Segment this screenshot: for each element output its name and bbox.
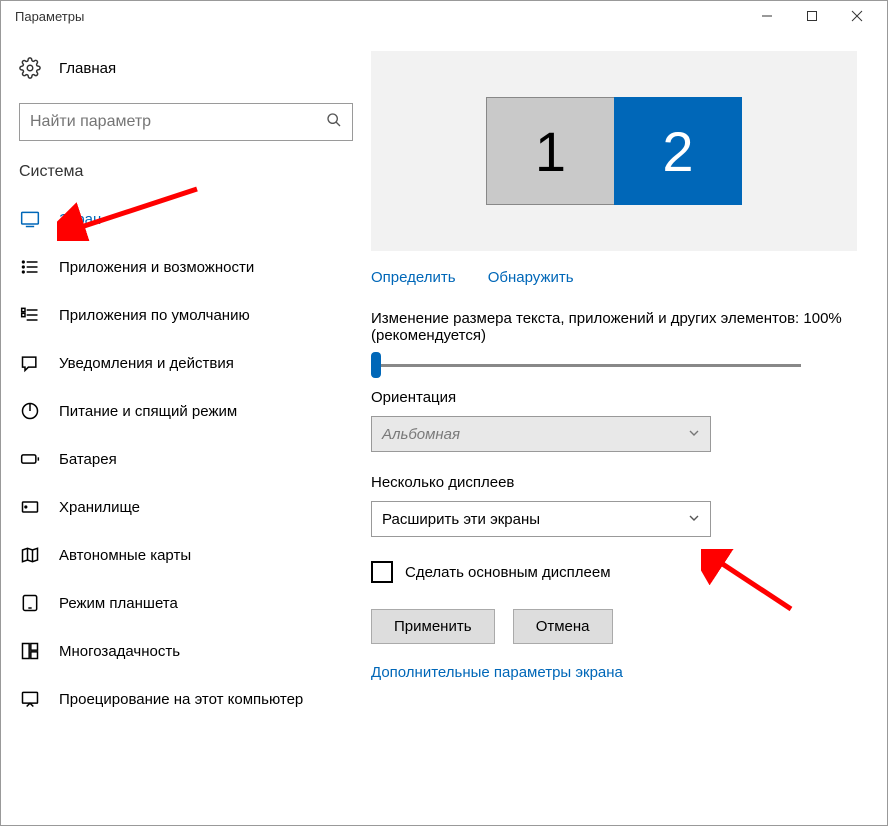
monitor-2[interactable]: 2 xyxy=(614,97,742,205)
multiple-displays-value: Расширить эти экраны xyxy=(382,511,540,528)
nav-label: Питание и спящий режим xyxy=(59,403,237,420)
nav-label: Многозадачность xyxy=(59,643,180,660)
gear-icon xyxy=(19,57,41,79)
sidebar-item-projecting[interactable]: Проецирование на этот компьютер xyxy=(1,675,371,723)
tablet-icon xyxy=(19,592,41,614)
project-icon xyxy=(19,688,41,710)
sidebar-item-multitasking[interactable]: Многозадачность xyxy=(1,627,371,675)
apply-button[interactable]: Применить xyxy=(371,609,495,644)
make-main-checkbox-row[interactable]: Сделать основным дисплеем xyxy=(371,561,857,583)
sidebar-item-offline-maps[interactable]: Автономные карты xyxy=(1,531,371,579)
list-alt-icon xyxy=(19,304,41,326)
multiple-displays-label: Несколько дисплеев xyxy=(371,474,857,491)
nav-label: Уведомления и действия xyxy=(59,355,234,372)
search-icon xyxy=(326,112,342,132)
multitask-icon xyxy=(19,640,41,662)
monitor-icon xyxy=(19,208,41,230)
sidebar-home[interactable]: Главная xyxy=(1,51,371,85)
close-button[interactable] xyxy=(834,1,879,31)
multiple-displays-dropdown[interactable]: Расширить эти экраны xyxy=(371,501,711,537)
window-title: Параметры xyxy=(15,9,744,24)
titlebar: Параметры xyxy=(1,1,887,31)
section-label: Система xyxy=(1,163,371,195)
sidebar-item-storage[interactable]: Хранилище xyxy=(1,483,371,531)
checkbox-icon[interactable] xyxy=(371,561,393,583)
orientation-label: Ориентация xyxy=(371,389,857,406)
nav-label: Приложения по умолчанию xyxy=(59,307,250,324)
notification-icon xyxy=(19,352,41,374)
minimize-button[interactable] xyxy=(744,1,789,31)
nav-label: Экран xyxy=(59,211,101,228)
search-input[interactable] xyxy=(30,113,326,131)
display-preview[interactable]: 1 2 xyxy=(371,51,857,251)
detect-link[interactable]: Обнаружить xyxy=(488,269,574,286)
map-icon xyxy=(19,544,41,566)
home-label: Главная xyxy=(59,60,116,77)
sidebar-item-tablet-mode[interactable]: Режим планшета xyxy=(1,579,371,627)
scale-label: Изменение размера текста, приложений и д… xyxy=(371,310,857,344)
monitor-1[interactable]: 1 xyxy=(486,97,614,205)
nav-label: Хранилище xyxy=(59,499,140,516)
sidebar-item-power-sleep[interactable]: Питание и спящий режим xyxy=(1,387,371,435)
identify-link[interactable]: Определить xyxy=(371,269,456,286)
sidebar-item-default-apps[interactable]: Приложения по умолчанию xyxy=(1,291,371,339)
chevron-down-icon xyxy=(688,427,700,442)
power-icon xyxy=(19,400,41,422)
nav-label: Проецирование на этот компьютер xyxy=(59,691,303,708)
sidebar-item-apps-features[interactable]: Приложения и возможности xyxy=(1,243,371,291)
list-icon xyxy=(19,256,41,278)
sidebar-item-display[interactable]: Экран xyxy=(1,195,371,243)
main-content: 1 2 Определить Обнаружить Изменение разм… xyxy=(371,31,887,825)
sidebar: Главная Система Экран Приложения и возмо… xyxy=(1,31,371,825)
advanced-display-link[interactable]: Дополнительные параметры экрана xyxy=(371,664,623,681)
display-actions: Определить Обнаружить xyxy=(371,269,857,286)
scale-slider[interactable] xyxy=(371,364,801,367)
cancel-button[interactable]: Отмена xyxy=(513,609,613,644)
make-main-label: Сделать основным дисплеем xyxy=(405,564,611,581)
maximize-button[interactable] xyxy=(789,1,834,31)
chevron-down-icon xyxy=(688,512,700,527)
nav-label: Автономные карты xyxy=(59,547,191,564)
storage-icon xyxy=(19,496,41,518)
battery-icon xyxy=(19,448,41,470)
nav-label: Режим планшета xyxy=(59,595,178,612)
sidebar-item-notifications[interactable]: Уведомления и действия xyxy=(1,339,371,387)
slider-thumb[interactable] xyxy=(371,352,381,378)
orientation-dropdown[interactable]: Альбомная xyxy=(371,416,711,452)
nav-label: Батарея xyxy=(59,451,117,468)
orientation-value: Альбомная xyxy=(382,426,460,443)
search-box[interactable] xyxy=(19,103,353,141)
sidebar-item-battery[interactable]: Батарея xyxy=(1,435,371,483)
nav-label: Приложения и возможности xyxy=(59,259,254,276)
